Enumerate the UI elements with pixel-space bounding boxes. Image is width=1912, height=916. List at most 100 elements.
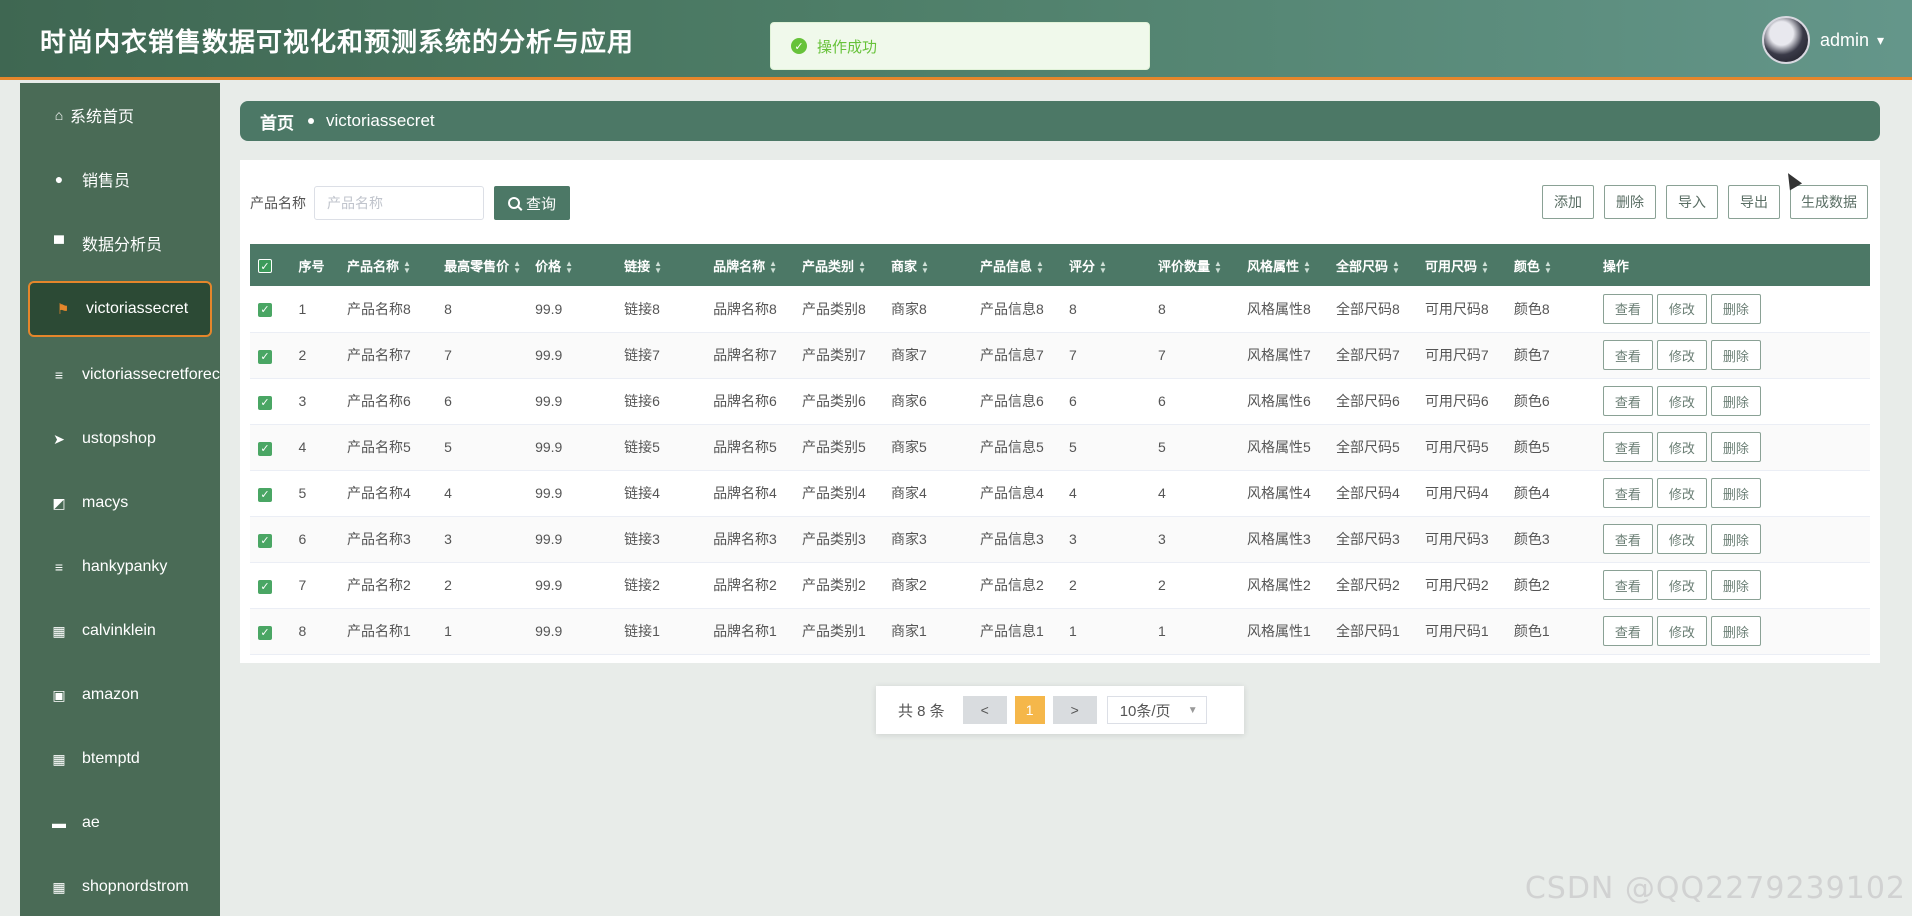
row-delete-button[interactable]: 删除 [1710, 524, 1761, 554]
sidebar-item-calvinklein[interactable]: ▦ calvinklein [20, 599, 220, 663]
row-checkbox[interactable]: ✓ [258, 395, 272, 410]
sidebar-item-btemptd[interactable]: ▦ btemptd [20, 727, 220, 791]
row-checkbox[interactable]: ✓ [258, 625, 272, 640]
row-checkbox[interactable]: ✓ [258, 349, 272, 364]
row-delete-button[interactable]: 删除 [1710, 432, 1761, 462]
sort-caret-icon[interactable]: ▲ ▼ [1544, 260, 1552, 275]
sidebar-item-macys[interactable]: ◩ macys [20, 471, 220, 535]
sort-caret-icon[interactable]: ▲ ▼ [858, 260, 866, 275]
sidebar-item-ae[interactable]: ▬ ae [20, 791, 220, 855]
column-header[interactable]: 评分 ▲ ▼ [1065, 244, 1154, 286]
sort-caret-icon[interactable]: ▲ ▼ [921, 260, 929, 275]
row-checkbox[interactable]: ✓ [258, 303, 272, 318]
column-header[interactable]: 评价数量 ▲ ▼ [1154, 244, 1243, 286]
view-button[interactable]: 查看 [1602, 570, 1653, 600]
row-checkbox[interactable]: ✓ [258, 533, 272, 548]
row-select-cell[interactable]: ✓ [250, 286, 294, 332]
row-select-cell[interactable]: ✓ [250, 516, 294, 562]
next-page-button[interactable]: > [1052, 696, 1097, 724]
sidebar-item-hankypanky[interactable]: ≡ hankypanky [20, 535, 220, 599]
search-input[interactable] [314, 186, 484, 220]
edit-button[interactable]: 修改 [1656, 524, 1707, 554]
sidebar-item-data-analyst[interactable]: ▀ 数据分析员 [20, 211, 220, 275]
sort-caret-icon[interactable]: ▲ ▼ [1481, 260, 1489, 275]
row-delete-button[interactable]: 删除 [1710, 386, 1761, 416]
column-header[interactable]: 风格属性 ▲ ▼ [1243, 244, 1332, 286]
edit-button[interactable]: 修改 [1656, 478, 1707, 508]
view-button[interactable]: 查看 [1602, 386, 1653, 416]
sort-caret-icon[interactable]: ▲ ▼ [565, 260, 573, 275]
view-button[interactable]: 查看 [1602, 293, 1653, 324]
prev-page-button[interactable]: < [962, 696, 1007, 724]
row-select-cell[interactable]: ✓ [250, 424, 294, 470]
row-select-cell[interactable]: ✓ [250, 378, 294, 424]
view-button[interactable]: 查看 [1602, 432, 1653, 462]
row-delete-button[interactable]: 删除 [1710, 570, 1761, 600]
column-header[interactable]: 商家 ▲ ▼ [887, 244, 976, 286]
select-all-cell[interactable]: ✓ [250, 244, 294, 286]
sort-caret-icon[interactable]: ▲ ▼ [769, 260, 777, 275]
row-checkbox[interactable]: ✓ [258, 487, 272, 502]
column-header[interactable]: 品牌名称 ▲ ▼ [709, 244, 798, 286]
breadcrumb-home[interactable]: 首页 [260, 109, 294, 134]
row-checkbox[interactable]: ✓ [258, 441, 272, 456]
select-all-checkbox[interactable]: ✓ [258, 258, 272, 273]
edit-button[interactable]: 修改 [1656, 386, 1707, 416]
sidebar-item-victoriassecretforec[interactable]: ≡ victoriassecretforec [20, 343, 220, 407]
export-button[interactable]: 导出 [1728, 185, 1780, 219]
sidebar-item-ustopshop[interactable]: ➤ ustopshop [20, 407, 220, 471]
data-table: ✓ 序号 产品名称 ▲ ▼ 最高零售价 ▲ ▼ 价格 ▲ ▼ 链接 ▲ ▼ 品牌名称 ▲ ▼ 产品类别 ▲ ▼ 商家 ▲… [250, 244, 1870, 655]
sort-caret-icon[interactable]: ▲ ▼ [1392, 260, 1400, 275]
page-size-select[interactable]: 10条/页 ▼ [1106, 696, 1207, 724]
row-select-cell[interactable]: ✓ [250, 562, 294, 608]
page-number-current[interactable]: 1 [1014, 696, 1045, 724]
delete-button[interactable]: 删除 [1604, 185, 1656, 219]
edit-button[interactable]: 修改 [1656, 293, 1707, 324]
view-button[interactable]: 查看 [1602, 340, 1653, 370]
edit-button[interactable]: 修改 [1656, 570, 1707, 600]
sort-caret-icon[interactable]: ▲ ▼ [513, 260, 521, 275]
sort-caret-icon[interactable]: ▲ ▼ [1036, 260, 1044, 275]
row-delete-button[interactable]: 删除 [1710, 616, 1761, 646]
column-header[interactable]: 链接 ▲ ▼ [620, 244, 709, 286]
user-menu[interactable]: admin ▾ [1761, 16, 1884, 64]
view-button[interactable]: 查看 [1602, 524, 1653, 554]
sidebar-item-victoriassecret[interactable]: ⚑ victoriassecret [28, 281, 212, 337]
column-header[interactable]: 最高零售价 ▲ ▼ [440, 244, 531, 286]
column-header[interactable]: 产品名称 ▲ ▼ [343, 244, 440, 286]
sort-caret-icon[interactable]: ▲ ▼ [403, 260, 411, 275]
row-delete-button[interactable]: 删除 [1710, 340, 1761, 370]
sidebar-item-home[interactable]: ⌂ 系统首页 [20, 83, 220, 147]
sidebar-item-salesperson[interactable]: ● 销售员 [20, 147, 220, 211]
add-button[interactable]: 添加 [1542, 185, 1594, 219]
import-button[interactable]: 导入 [1666, 185, 1718, 219]
sort-caret-icon[interactable]: ▲ ▼ [654, 260, 662, 275]
row-select-cell[interactable]: ✓ [250, 332, 294, 378]
edit-button[interactable]: 修改 [1656, 616, 1707, 646]
edit-button[interactable]: 修改 [1656, 340, 1707, 370]
chevron-down-icon[interactable]: ▾ [1877, 32, 1884, 49]
row-delete-button[interactable]: 删除 [1710, 293, 1761, 324]
column-header[interactable]: 价格 ▲ ▼ [531, 244, 620, 286]
sort-caret-icon[interactable]: ▲ ▼ [1303, 260, 1311, 275]
row-select-cell[interactable]: ✓ [250, 608, 294, 654]
view-button[interactable]: 查看 [1602, 616, 1653, 646]
column-header[interactable]: 可用尺码 ▲ ▼ [1421, 244, 1510, 286]
row-delete-button[interactable]: 删除 [1710, 478, 1761, 508]
sort-caret-icon[interactable]: ▲ ▼ [1214, 260, 1222, 275]
edit-button[interactable]: 修改 [1656, 432, 1707, 462]
sidebar-item-shopnordstrom[interactable]: ▦ shopnordstrom [20, 855, 220, 916]
query-button[interactable]: 查询 [494, 186, 570, 220]
sort-caret-icon[interactable]: ▲ ▼ [1099, 260, 1107, 275]
row-select-cell[interactable]: ✓ [250, 470, 294, 516]
username[interactable]: admin [1820, 30, 1869, 51]
column-header[interactable]: 产品信息 ▲ ▼ [976, 244, 1065, 286]
generate-data-button[interactable]: 生成数据 [1790, 185, 1868, 219]
view-button[interactable]: 查看 [1602, 478, 1653, 508]
avatar[interactable] [1761, 16, 1810, 64]
column-header[interactable]: 产品类别 ▲ ▼ [798, 244, 887, 286]
sidebar-item-amazon[interactable]: ▣ amazon [20, 663, 220, 727]
column-header[interactable]: 全部尺码 ▲ ▼ [1332, 244, 1421, 286]
row-checkbox[interactable]: ✓ [258, 579, 272, 594]
column-header[interactable]: 颜色 ▲ ▼ [1510, 244, 1599, 286]
